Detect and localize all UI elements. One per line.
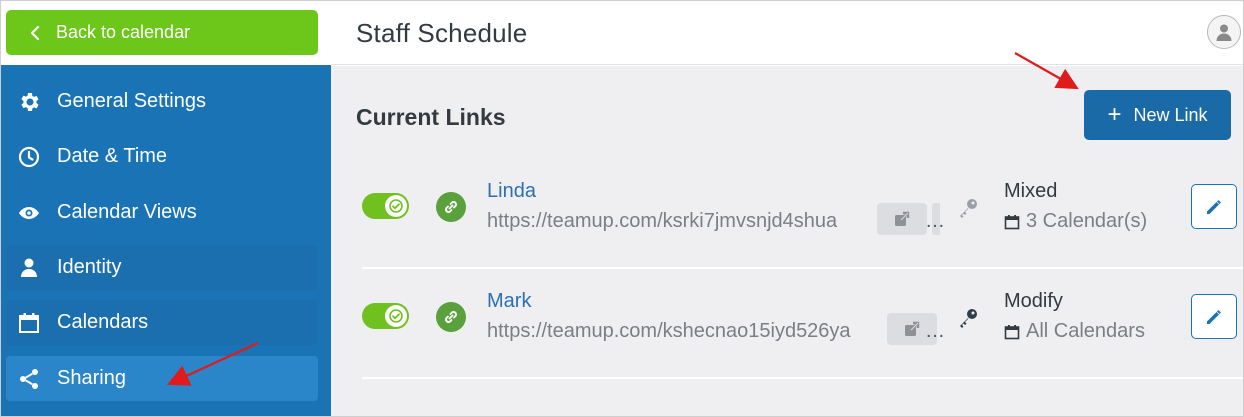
key-icon [960, 309, 977, 328]
nav-item-sharing[interactable]: Sharing [6, 356, 318, 401]
nav-item-date-time[interactable]: Date & Time [6, 134, 318, 179]
nav-item-general-settings[interactable]: General Settings [6, 79, 318, 124]
new-link-button[interactable]: + New Link [1084, 90, 1231, 140]
back-to-calendar-label: Back to calendar [56, 22, 191, 42]
person-icon [1216, 24, 1232, 41]
calendar-scope-label: All Calendars [1026, 320, 1145, 342]
settings-nav: General Settings Date & Time Calendar Vi… [1, 65, 331, 416]
gear-icon [17, 90, 57, 114]
check-icon [385, 305, 407, 327]
link-name[interactable]: Linda [487, 180, 536, 203]
page-header: Staff Schedule [331, 1, 1243, 65]
calendar-icon [17, 311, 57, 335]
person-icon [17, 256, 57, 280]
app-window: Back to calendar General Settings Date &… [0, 0, 1244, 417]
calendar-icon [1004, 324, 1020, 339]
key-icon [960, 199, 977, 218]
nav-item-label: Date & Time [57, 145, 168, 167]
nav-item-calendars[interactable]: Calendars [6, 300, 318, 345]
link-enabled-toggle[interactable] [362, 303, 409, 329]
url-ellipsis: … [925, 320, 945, 342]
row-divider [362, 267, 1243, 269]
clock-icon [17, 145, 57, 169]
pencil-icon [1207, 309, 1221, 324]
main-content: Current Links + New Link Linda https://t… [331, 66, 1243, 416]
plus-icon: + [1107, 101, 1122, 128]
nav-item-label: Calendar Views [57, 201, 197, 223]
back-to-calendar-button[interactable]: Back to calendar [6, 10, 318, 55]
permission-label: Modify [1004, 290, 1063, 312]
nav-item-calendar-views[interactable]: Calendar Views [6, 190, 318, 235]
nav-item-label: General Settings [57, 90, 206, 112]
page-title: Staff Schedule [356, 18, 528, 48]
calendar-scope: 3 Calendar(s) [1004, 210, 1147, 233]
calendar-icon [1004, 214, 1020, 229]
chevron-left-icon [14, 25, 56, 41]
external-link-icon [905, 321, 920, 336]
share-icon [17, 367, 57, 391]
sidebar: Back to calendar General Settings Date &… [1, 1, 331, 416]
external-link-icon [895, 211, 910, 226]
calendar-scope-label: 3 Calendar(s) [1026, 210, 1148, 232]
nav-item-label: Sharing [57, 367, 126, 389]
section-title: Current Links [356, 104, 506, 130]
calendar-scope: All Calendars [1004, 320, 1145, 343]
link-url: https://teamup.com/ksrki7jmvsnjd4shua [487, 210, 838, 232]
link-enabled-toggle[interactable] [362, 193, 409, 219]
new-link-label: New Link [1133, 104, 1208, 125]
pencil-icon [1207, 199, 1221, 214]
nav-item-label: Identity [57, 256, 122, 278]
open-link-button[interactable] [877, 203, 927, 235]
chain-link-icon [436, 302, 466, 332]
link-row: Mark https://teamup.com/kshecnao15iyd526… [362, 270, 1243, 379]
edit-link-button[interactable] [1191, 294, 1237, 339]
permission-label: Mixed [1004, 180, 1058, 202]
link-name[interactable]: Mark [487, 290, 531, 313]
edit-link-button[interactable] [1191, 184, 1237, 229]
url-ellipsis: … [925, 210, 945, 232]
link-row: Linda https://teamup.com/ksrki7jmvsnjd4s… [362, 160, 1243, 269]
user-avatar-button[interactable] [1207, 15, 1241, 49]
nav-item-identity[interactable]: Identity [6, 245, 318, 290]
eye-icon [17, 201, 57, 225]
row-divider [362, 377, 1243, 379]
nav-item-label: Calendars [57, 311, 149, 333]
chain-link-icon [436, 192, 466, 222]
check-icon [385, 195, 407, 217]
link-url: https://teamup.com/kshecnao15iyd526ya [487, 320, 851, 342]
